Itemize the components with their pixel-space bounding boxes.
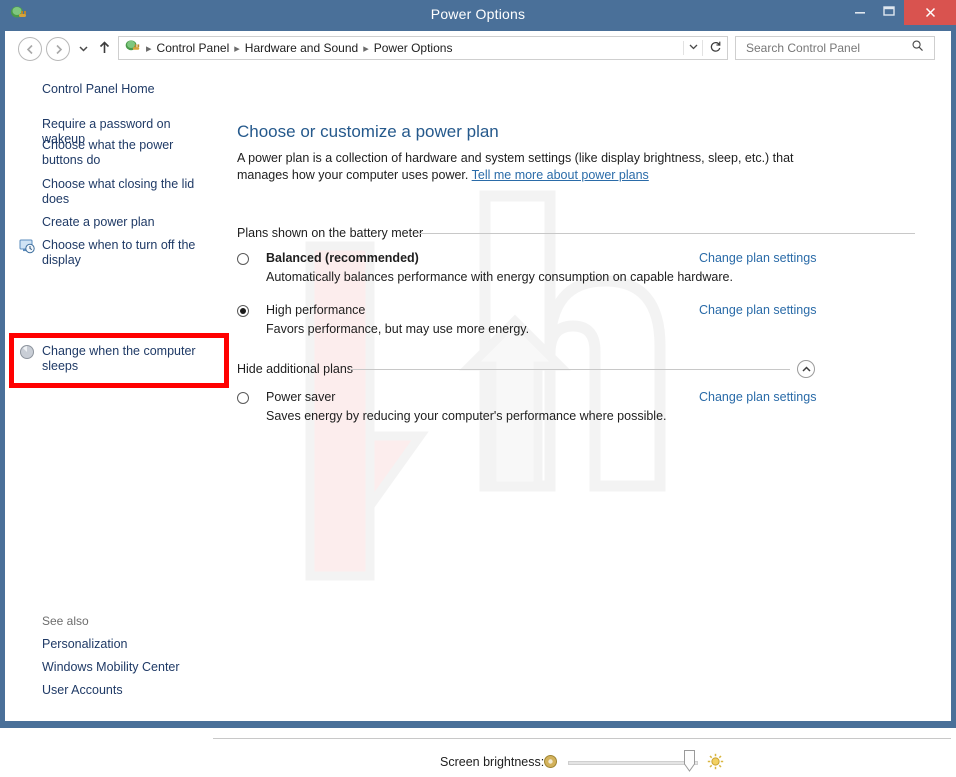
plan-name-power-saver: Power saver [266,390,336,404]
minimize-button[interactable] [845,0,874,22]
tell-me-more-link[interactable]: Tell me more about power plans [472,168,649,182]
search-input[interactable] [744,40,906,56]
see-also-windows-mobility-center[interactable]: Windows Mobility Center [42,660,212,675]
sidebar-item-turn-off-display[interactable]: Choose when to turn off the display [42,238,212,268]
brightness-slider-track[interactable] [568,761,698,765]
highlighted-sidebar-item-container[interactable]: Change when the computer sleeps [9,333,229,388]
back-arrow-icon[interactable] [18,37,42,61]
search-box[interactable] [735,36,935,60]
search-icon[interactable] [906,39,928,57]
maximize-button[interactable] [874,0,903,22]
breadcrumb-power-options[interactable]: Power Options [374,41,453,55]
forward-arrow-icon[interactable] [46,37,70,61]
sleep-moon-icon [19,344,35,360]
sidebar-item-closing-lid[interactable]: Choose what closing the lid does [42,177,212,207]
brightness-slider-thumb[interactable] [684,750,695,772]
plan-name-balanced: Balanced (recommended) [266,251,419,265]
see-also-personalization[interactable]: Personalization [42,637,212,652]
section-additional-plans-rule [350,369,790,370]
section-battery-meter-rule [415,233,915,234]
plan-description-high-performance: Favors performance, but may use more ene… [266,322,530,336]
change-plan-settings-power-saver[interactable]: Change plan settings [699,390,937,404]
sun-dim-icon [543,754,558,769]
sidebar-item-control-panel-home[interactable]: Control Panel Home [42,82,212,97]
refresh-icon[interactable] [702,40,727,56]
breadcrumb-hardware-and-sound[interactable]: Hardware and Sound [245,41,358,55]
breadcrumb-separator: ▸ [363,42,369,55]
title-bar: Power Options [0,0,956,31]
plan-name-high-performance: High performance [266,303,366,317]
section-battery-meter-label: Plans shown on the battery meter [237,226,424,240]
see-also-user-accounts[interactable]: User Accounts [42,683,212,698]
section-additional-plans-label[interactable]: Hide additional plans [237,362,353,376]
radio-high-performance[interactable] [237,305,249,317]
power-options-window: Power Options ▸ Control Panel ▸ Hardware… [0,0,956,772]
display-clock-icon [19,238,35,254]
plan-description-balanced: Automatically balances performance with … [266,270,733,284]
client-area: ▸ Control Panel ▸ Hardware and Sound ▸ P… [5,31,951,772]
navigation-bar: ▸ Control Panel ▸ Hardware and Sound ▸ P… [5,31,951,66]
sidebar: Control Panel Home Require a password on… [5,66,229,721]
page-description: A power plan is a collection of hardware… [237,150,819,184]
address-bar[interactable]: ▸ Control Panel ▸ Hardware and Sound ▸ P… [118,36,728,60]
change-plan-settings-balanced[interactable]: Change plan settings [699,251,937,265]
up-arrow-icon[interactable] [95,37,113,59]
radio-balanced[interactable] [237,253,249,265]
power-plug-icon-small [123,39,141,57]
brightness-divider [213,738,951,739]
main-content: Choose or customize a power plan A power… [220,66,951,721]
close-button[interactable] [904,0,956,25]
body-area: Control Panel Home Require a password on… [5,66,951,772]
breadcrumb-control-panel[interactable]: Control Panel [157,41,230,55]
see-also-label: See also [42,614,89,628]
brightness-label: Screen brightness: [440,755,545,769]
page-title: Choose or customize a power plan [237,122,499,141]
radio-power-saver[interactable] [237,392,249,404]
sidebar-item-create-power-plan[interactable]: Create a power plan [42,215,212,230]
address-dropdown-chevron-icon[interactable] [683,41,702,55]
plan-description-power-saver: Saves energy by reducing your computer's… [266,409,667,423]
breadcrumb-separator: ▸ [146,42,152,55]
sidebar-item-power-buttons[interactable]: Choose what the power buttons do [42,138,212,168]
window-title: Power Options [430,6,526,22]
recent-locations-chevron-icon[interactable] [74,37,92,59]
sun-bright-icon [707,753,724,770]
breadcrumb-separator: ▸ [234,42,240,55]
chevron-up-icon[interactable] [797,360,815,378]
sidebar-item-computer-sleeps[interactable]: Change when the computer sleeps [42,344,222,374]
change-plan-settings-high-performance[interactable]: Change plan settings [699,303,937,317]
